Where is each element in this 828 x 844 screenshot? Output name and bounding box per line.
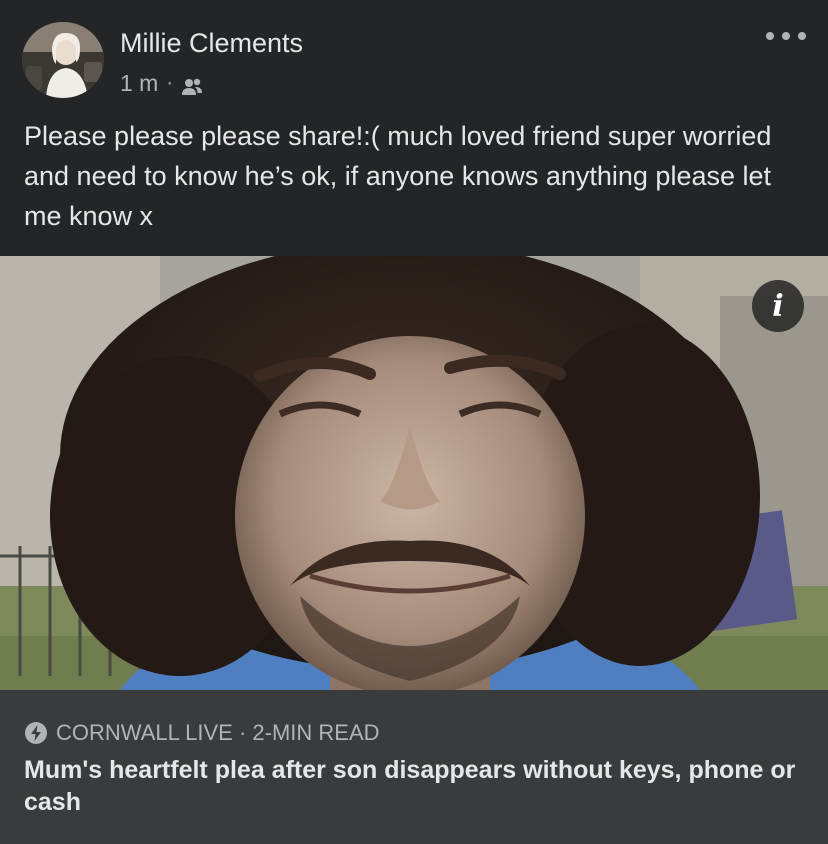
post-time[interactable]: 1 m: [120, 70, 158, 97]
link-source: CORNWALL LIVE · 2-MIN READ: [56, 720, 380, 745]
post-card: Millie Clements 1 m · Please please plea…: [0, 0, 828, 844]
info-icon[interactable]: i: [752, 280, 804, 332]
post-text: Please please please share!:( much loved…: [24, 121, 772, 231]
more-dot: [782, 32, 790, 40]
post-photo[interactable]: [0, 256, 828, 690]
more-options-icon[interactable]: [766, 24, 806, 48]
avatar[interactable]: [22, 22, 104, 98]
more-dot: [766, 32, 774, 40]
more-dot: [798, 32, 806, 40]
author-name[interactable]: Millie Clements: [120, 28, 303, 59]
meta-separator: ·: [166, 72, 174, 94]
post-header: Millie Clements 1 m ·: [0, 0, 828, 110]
bolt-icon: [24, 721, 48, 745]
post-meta: 1 m ·: [120, 70, 203, 97]
link-headline[interactable]: Mum's heartfelt plea after son disappear…: [24, 754, 804, 818]
friends-icon: [181, 75, 203, 95]
link-preview[interactable]: CORNWALL LIVE · 2-MIN READ Mum's heartfe…: [0, 690, 828, 844]
link-source-row: CORNWALL LIVE · 2-MIN READ: [24, 720, 380, 746]
